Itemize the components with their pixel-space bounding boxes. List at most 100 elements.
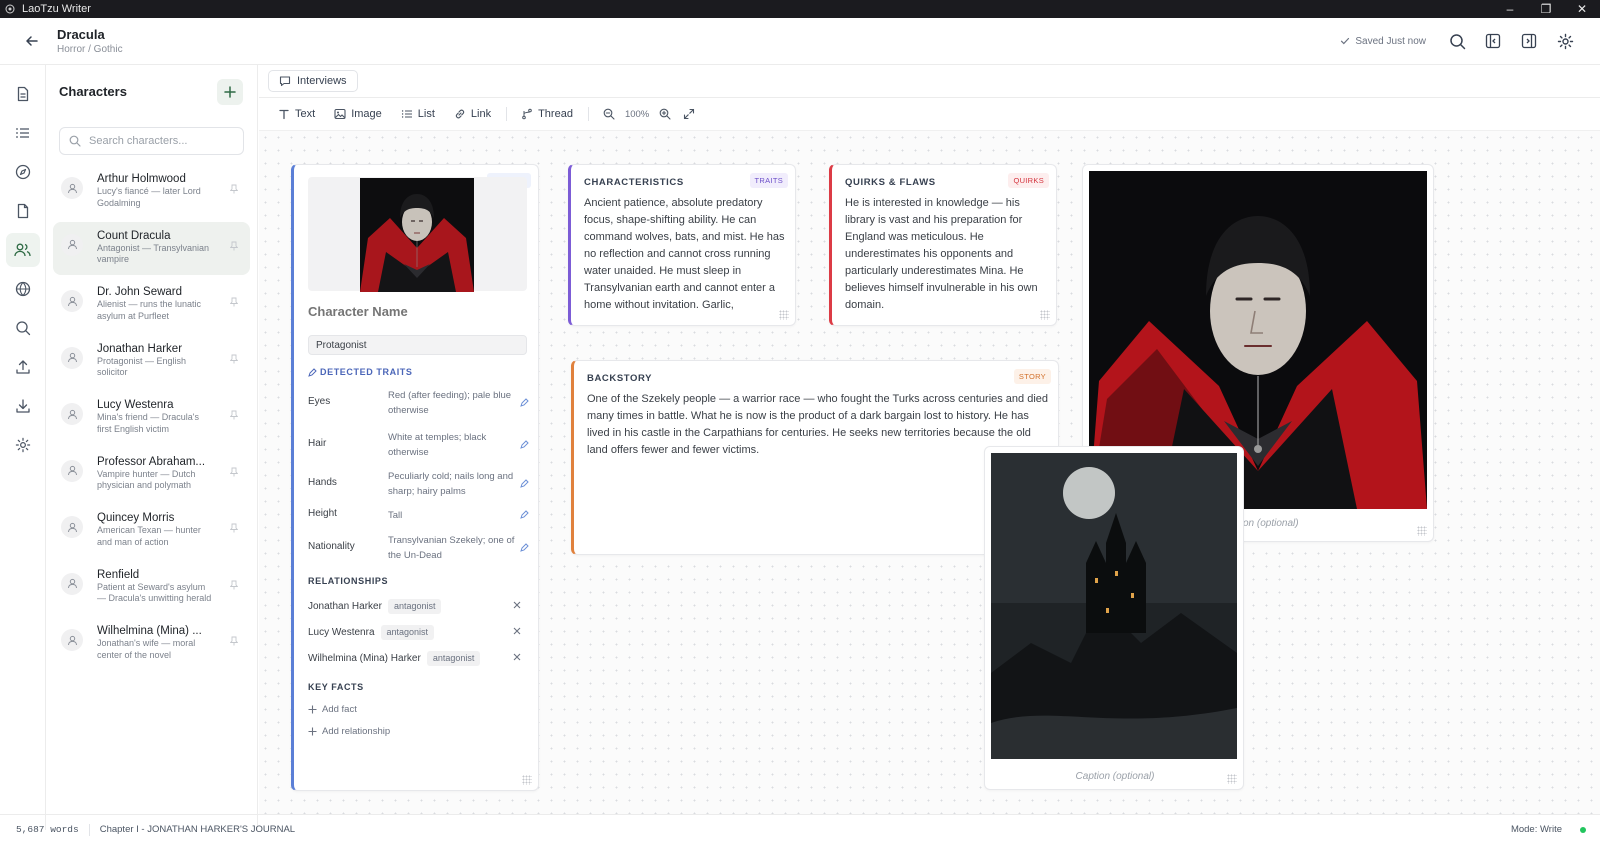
- backstory-text[interactable]: One of the Szekely people — a warrior ra…: [587, 391, 1053, 459]
- character-item[interactable]: Renfield Patient at Seward's asylum — Dra…: [53, 561, 250, 614]
- add-fact-button[interactable]: Add fact: [308, 704, 357, 715]
- character-item[interactable]: Jonathan Harker Protagonist — English sol…: [53, 335, 250, 388]
- pin-button[interactable]: [229, 240, 239, 254]
- rail-world[interactable]: [6, 272, 40, 306]
- minimize-button[interactable]: –: [1492, 0, 1528, 18]
- castle-image-card[interactable]: Caption (optional): [984, 446, 1244, 790]
- tab-interviews[interactable]: Interviews: [268, 70, 358, 92]
- search-button[interactable]: [1444, 28, 1470, 54]
- toggle-right-panel-button[interactable]: [1516, 28, 1542, 54]
- portrait-image[interactable]: [360, 178, 474, 292]
- edit-icon: [520, 440, 529, 449]
- trait-row[interactable]: Hands Peculiarly cold; nails long and sha…: [308, 469, 530, 499]
- remove-relationship-button[interactable]: [513, 653, 521, 664]
- trait-row[interactable]: Height Tall: [308, 508, 530, 523]
- relationship-type-field[interactable]: antagonist: [426, 650, 481, 666]
- canvas[interactable]: PROFILE DETECTED TRAITS EyesRed (after f…: [259, 131, 1600, 814]
- character-item[interactable]: Quincey Morris American Texan — hunter an…: [53, 504, 250, 557]
- trait-row[interactable]: Eyes Red (after feeding); pale blue other…: [308, 388, 530, 418]
- relationship-name[interactable]: Wilhelmina (Mina) Harker: [308, 653, 421, 664]
- profile-card[interactable]: PROFILE DETECTED TRAITS EyesRed (after f…: [291, 164, 539, 791]
- pin-button[interactable]: [229, 579, 239, 593]
- remove-relationship-button[interactable]: [513, 627, 521, 638]
- toggle-left-panel-button[interactable]: [1480, 28, 1506, 54]
- rail-explore[interactable]: [6, 155, 40, 189]
- pin-button[interactable]: [229, 296, 239, 310]
- castle-image[interactable]: [991, 453, 1237, 759]
- character-item[interactable]: Lucy Westenra Mina's friend — Dracula's f…: [53, 391, 250, 444]
- rail-import[interactable]: [6, 389, 40, 423]
- add-text-label: Text: [295, 108, 316, 120]
- resize-handle[interactable]: [779, 310, 789, 320]
- zoom-in-button[interactable]: [659, 108, 671, 120]
- relationship-type-field[interactable]: antagonist: [380, 624, 435, 640]
- add-thread-button[interactable]: Thread: [521, 108, 573, 120]
- search-icon: [69, 135, 81, 147]
- resize-handle[interactable]: [1417, 526, 1427, 536]
- trait-value[interactable]: Red (after feeding); pale blue otherwise: [388, 388, 516, 418]
- add-relationship-button[interactable]: Add relationship: [308, 726, 390, 737]
- pin-button[interactable]: [229, 409, 239, 423]
- add-image-button[interactable]: Image: [334, 108, 382, 120]
- trait-value[interactable]: White at temples; black otherwise: [388, 430, 516, 460]
- add-list-button[interactable]: List: [401, 108, 435, 120]
- edit-trait-button[interactable]: [520, 533, 529, 563]
- key-facts-heading: KEY FACTS: [308, 682, 364, 692]
- add-link-button[interactable]: Link: [454, 108, 491, 120]
- characteristics-card[interactable]: TRAITS CHARACTERISTICS Ancient patience,…: [568, 164, 796, 326]
- trait-value[interactable]: Tall: [388, 508, 516, 523]
- edit-trait-button[interactable]: [520, 469, 529, 499]
- rail-characters[interactable]: [5, 233, 40, 267]
- pin-button[interactable]: [229, 183, 239, 197]
- quirks-card[interactable]: QUIRKS QUIRKS & FLAWS He is interested i…: [829, 164, 1057, 326]
- quirks-text[interactable]: He is interested in knowledge — his libr…: [845, 195, 1049, 314]
- edit-trait-button[interactable]: [520, 430, 529, 460]
- relationship-name[interactable]: Jonathan Harker: [308, 601, 382, 612]
- trait-value[interactable]: Transylvanian Szekely; one of the Un-Dea…: [388, 533, 516, 563]
- trait-row[interactable]: Hair White at temples; black otherwise: [308, 430, 530, 460]
- relationship-name[interactable]: Lucy Westenra: [308, 627, 375, 638]
- castle-caption[interactable]: Caption (optional): [985, 771, 1245, 782]
- character-description: Antagonist — Transylvanian vampire: [97, 242, 210, 265]
- pin-button[interactable]: [229, 635, 239, 649]
- character-item[interactable]: Arthur Holmwood Lucy's fiancé — later Lor…: [53, 165, 250, 218]
- character-role-field[interactable]: [308, 335, 527, 355]
- rail-document[interactable]: [6, 77, 40, 111]
- add-text-button[interactable]: Text: [278, 108, 315, 120]
- character-item[interactable]: Professor Abraham... Vampire hunter — Dut…: [53, 448, 250, 501]
- pin-button[interactable]: [229, 353, 239, 367]
- rail-outline[interactable]: [6, 116, 40, 150]
- rail-export[interactable]: [6, 350, 40, 384]
- rail-search[interactable]: [6, 311, 40, 345]
- current-chapter[interactable]: Chapter I - JONATHAN HARKER'S JOURNAL: [100, 824, 295, 835]
- character-item[interactable]: Count Dracula Antagonist — Transylvanian …: [53, 221, 250, 275]
- trait-row[interactable]: Nationality Transylvanian Szekely; one of…: [308, 533, 530, 563]
- portrait-caption[interactable]: on (optional): [1243, 518, 1299, 529]
- toolbar-divider: [506, 107, 508, 121]
- pin-button[interactable]: [229, 466, 239, 480]
- character-item[interactable]: Wilhelmina (Mina) ... Jonathan's wife — m…: [53, 617, 250, 670]
- character-name-input[interactable]: [308, 304, 508, 319]
- fit-screen-button[interactable]: [683, 108, 695, 120]
- character-search-input[interactable]: [89, 135, 229, 147]
- add-character-button[interactable]: [217, 78, 243, 105]
- trait-value[interactable]: Peculiarly cold; nails long and sharp; h…: [388, 469, 516, 499]
- relationship-type-field[interactable]: antagonist: [387, 598, 442, 614]
- settings-button[interactable]: [1552, 28, 1578, 54]
- pin-button[interactable]: [229, 522, 239, 536]
- back-button[interactable]: [17, 26, 47, 56]
- character-item[interactable]: Dr. John Seward Alienist — runs the lunat…: [53, 278, 250, 331]
- rail-files[interactable]: [6, 194, 40, 228]
- resize-handle[interactable]: [522, 775, 532, 785]
- resize-handle[interactable]: [1040, 310, 1050, 320]
- close-button[interactable]: ✕: [1564, 0, 1600, 18]
- character-search[interactable]: [59, 127, 244, 155]
- zoom-out-button[interactable]: [603, 108, 615, 120]
- characteristics-text[interactable]: Ancient patience, absolute predatory foc…: [584, 195, 788, 314]
- edit-trait-button[interactable]: [520, 388, 529, 418]
- rail-settings[interactable]: [6, 428, 40, 462]
- edit-trait-button[interactable]: [520, 508, 529, 523]
- remove-relationship-button[interactable]: [513, 601, 521, 612]
- maximize-button[interactable]: ❐: [1528, 0, 1564, 18]
- resize-handle[interactable]: [1227, 774, 1237, 784]
